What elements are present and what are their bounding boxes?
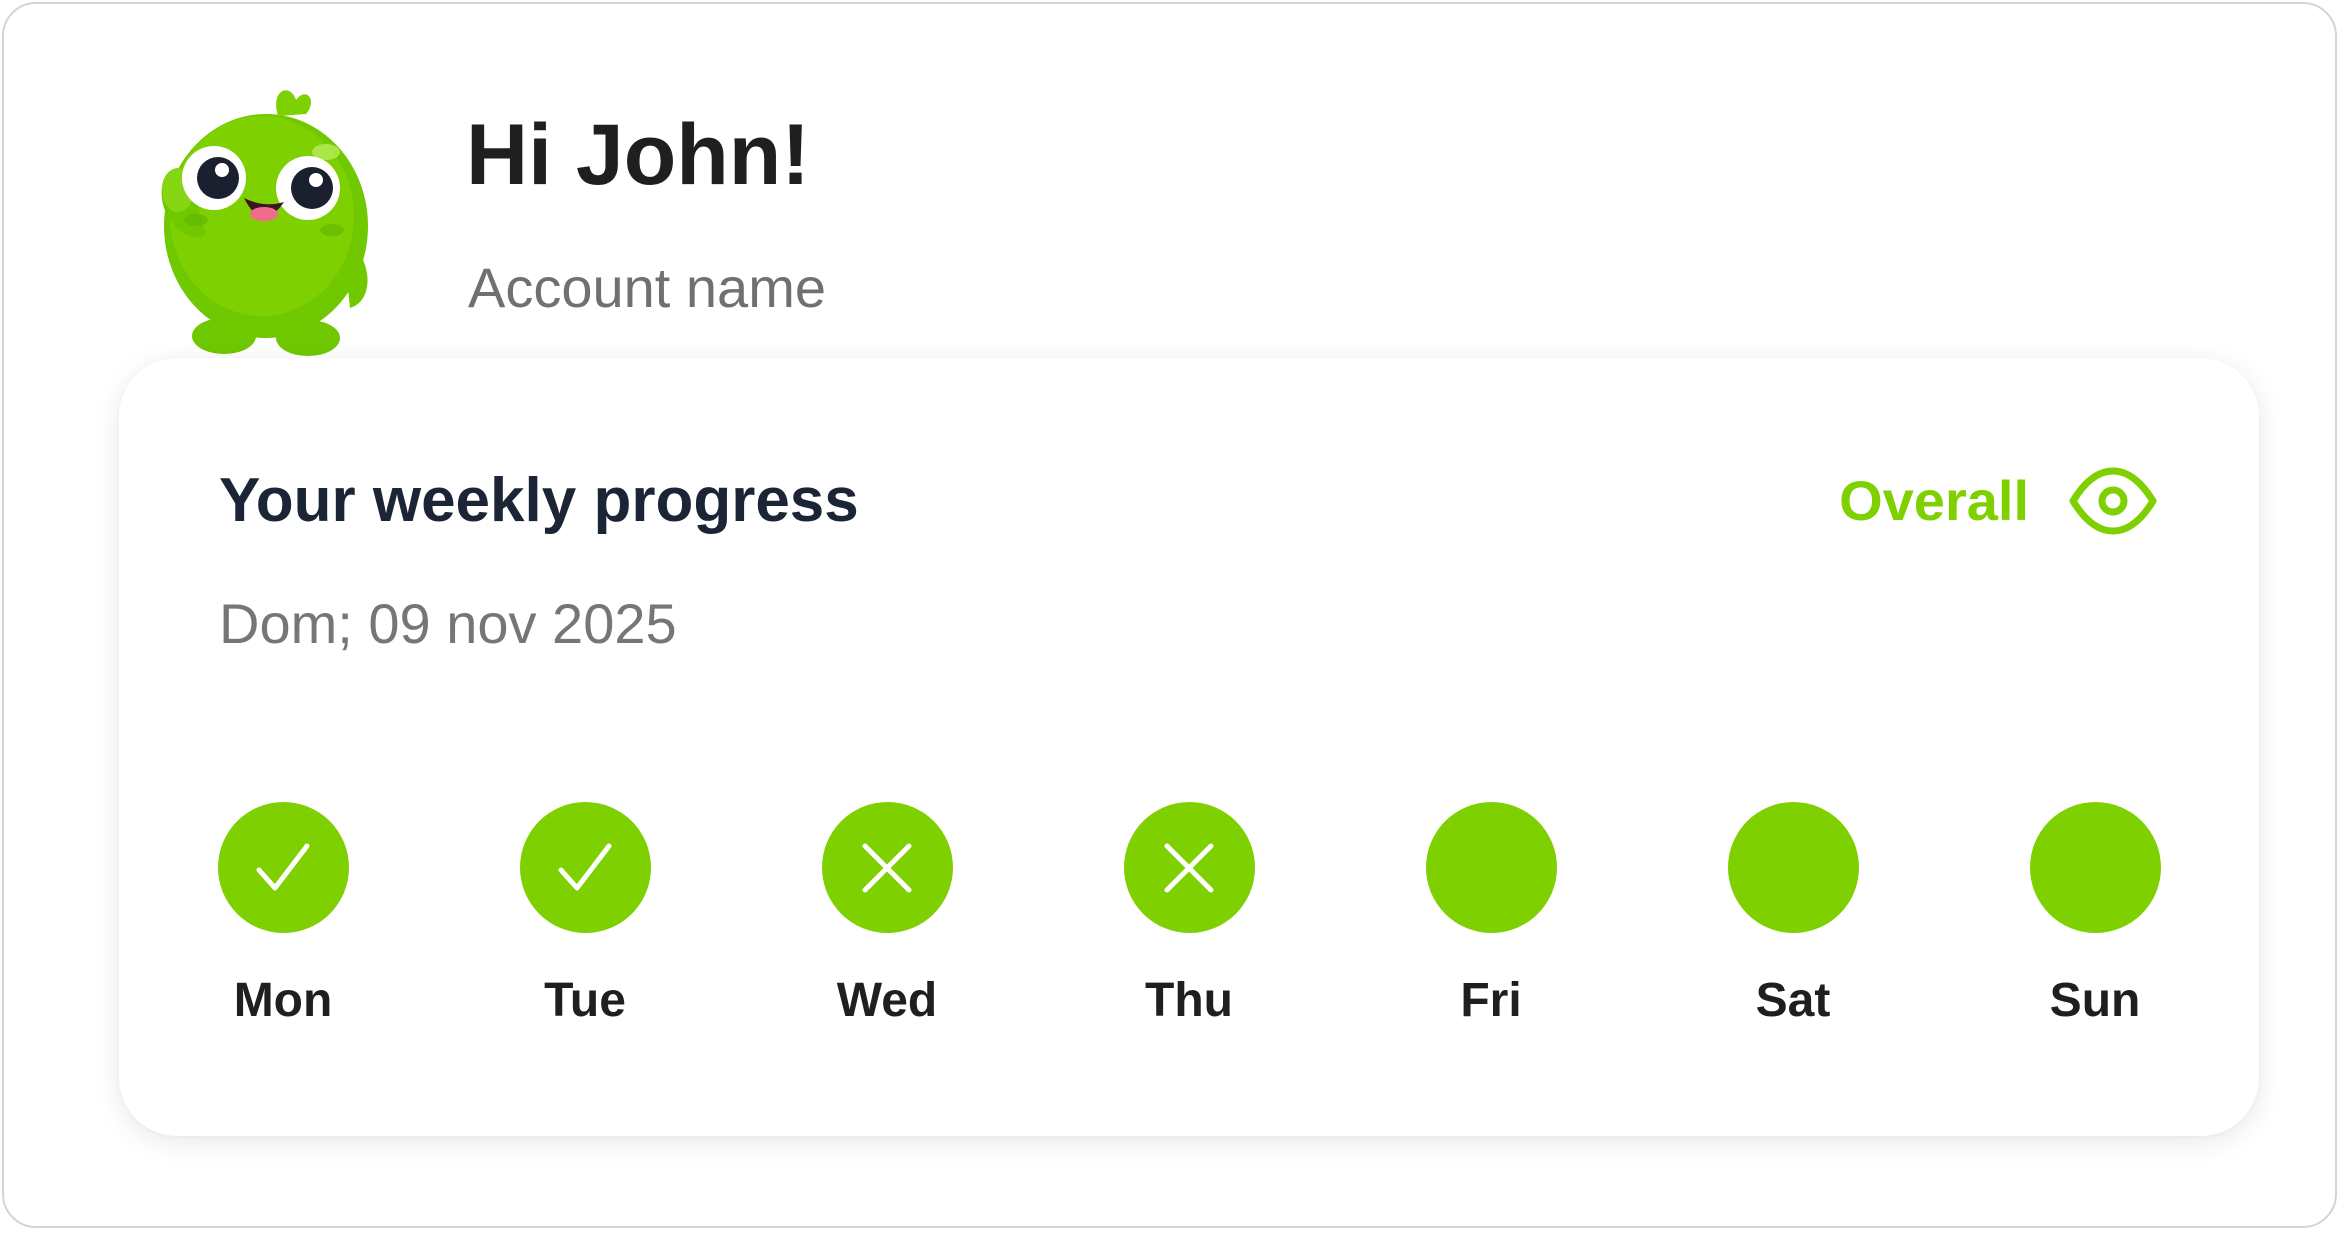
day-status-sat[interactable] [1727,802,1859,933]
overall-label: Overall [1839,469,2029,532]
day-status-mon[interactable] [217,802,349,933]
eye-icon [2069,467,2157,535]
day-status-sun[interactable] [2029,802,2161,933]
close-icon [1164,843,1214,892]
mascot-icon [161,90,368,356]
day-label: Thu [1145,974,1233,1027]
day-status-wed[interactable] [821,802,953,933]
day-label: Fri [1460,974,1522,1027]
day-status-thu[interactable] [1123,802,1255,933]
day-label: Mon [233,974,333,1027]
day-label: Sun [2049,974,2141,1027]
day-status-tue[interactable] [519,802,651,933]
overall-button[interactable]: Overall [1839,466,2159,536]
checkmark-icon [256,843,310,890]
day-status-fri[interactable] [1425,802,1557,933]
day-fri: Fri [1391,802,1591,1025]
checkmark-icon [558,843,612,890]
day-label: Tue [544,974,626,1027]
day-mon: Mon [183,802,383,1025]
greeting-title: Hi John! [466,107,810,203]
current-date: Dom; 09 nov 2025 [219,592,677,655]
day-thu: Thu [1089,802,1289,1025]
day-label: Sat [1755,974,1831,1027]
day-wed: Wed [787,802,987,1025]
day-tue: Tue [485,802,685,1025]
account-name: Account name [468,256,826,319]
weekday-tracker: Mon Tue Wed Thu Fri Sat Sun [119,802,2259,1062]
day-sat: Sat [1693,802,1893,1025]
day-label: Wed [836,974,938,1027]
card-title: Your weekly progress [219,466,859,535]
day-sun: Sun [1995,802,2195,1025]
close-icon [862,843,912,892]
weekly-progress-card: Your weekly progress Dom; 09 nov 2025 Ov… [119,358,2259,1136]
app-frame: Hi John! Account name Your weekly progre… [2,2,2337,1228]
